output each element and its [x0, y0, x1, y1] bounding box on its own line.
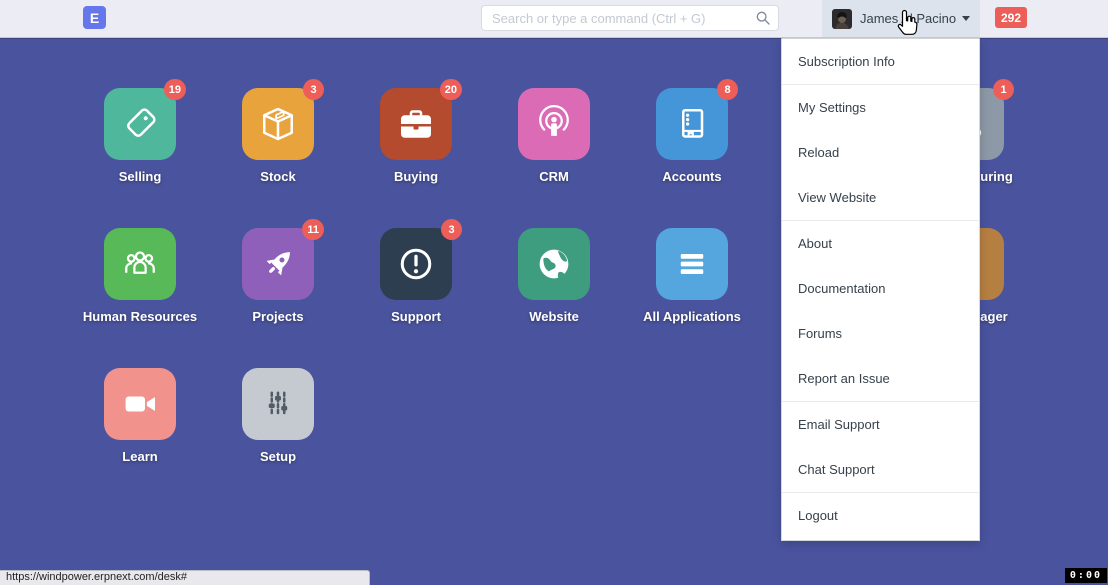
menu-item-documentation[interactable]: Documentation: [782, 266, 979, 311]
menu-item-subscription-info[interactable]: Subscription Info: [782, 39, 979, 84]
app-badge: 3: [303, 79, 324, 100]
app-learn[interactable]: Learn: [104, 368, 176, 440]
user-name: James Al Pacino: [860, 11, 956, 26]
menu-bars-icon[interactable]: [656, 228, 728, 300]
sliders-icon[interactable]: [242, 368, 314, 440]
app-accounts[interactable]: 8Accounts: [656, 88, 728, 160]
app-setup[interactable]: Setup: [242, 368, 314, 440]
app-selling[interactable]: 19Selling: [104, 88, 176, 160]
video-icon[interactable]: [104, 368, 176, 440]
globe-icon[interactable]: [518, 228, 590, 300]
tag-icon[interactable]: [104, 88, 176, 160]
app-badge: 8: [717, 79, 738, 100]
chevron-down-icon: [962, 16, 970, 21]
menu-item-reload[interactable]: Reload: [782, 130, 979, 175]
logo-letter: E: [90, 10, 99, 26]
user-dropdown-toggle[interactable]: James Al Pacino: [822, 0, 980, 37]
box-icon[interactable]: [242, 88, 314, 160]
people-icon[interactable]: [104, 228, 176, 300]
app-badge: 19: [164, 79, 186, 100]
ledger-icon[interactable]: [656, 88, 728, 160]
app-badge: 20: [440, 79, 462, 100]
menu-item-my-settings[interactable]: My Settings: [782, 85, 979, 130]
menu-item-logout[interactable]: Logout: [782, 493, 979, 538]
app-projects[interactable]: 11Projects: [242, 228, 314, 300]
link-status-bar: https://windpower.erpnext.com/desk#: [0, 570, 370, 585]
search-input[interactable]: [481, 5, 779, 31]
menu-item-email-support[interactable]: Email Support: [782, 402, 979, 447]
menu-item-report-an-issue[interactable]: Report an Issue: [782, 356, 979, 401]
global-search: [481, 5, 779, 31]
app-crm[interactable]: CRM: [518, 88, 590, 160]
navbar: E James Al Pacino 292: [0, 0, 1108, 38]
menu-item-forums[interactable]: Forums: [782, 311, 979, 356]
app-stock[interactable]: 3Stock: [242, 88, 314, 160]
app-label: All Applications: [592, 309, 792, 324]
app-badge: 11: [302, 219, 324, 240]
user-dropdown-menu: Subscription InfoMy SettingsReloadView W…: [781, 37, 980, 541]
app-label: Accounts: [592, 169, 792, 184]
menu-item-about[interactable]: About: [782, 221, 979, 266]
briefcase-icon[interactable]: [380, 88, 452, 160]
app-label: Setup: [178, 449, 378, 464]
app-logo[interactable]: E: [83, 6, 106, 29]
app-badge: 1: [993, 79, 1014, 100]
broadcast-icon[interactable]: [518, 88, 590, 160]
rocket-icon[interactable]: [242, 228, 314, 300]
alert-icon[interactable]: [380, 228, 452, 300]
app-badge: 3: [441, 219, 462, 240]
app-website[interactable]: Website: [518, 228, 590, 300]
app-support[interactable]: 3Support: [380, 228, 452, 300]
app-buying[interactable]: 20Buying: [380, 88, 452, 160]
notification-count-badge[interactable]: 292: [995, 7, 1027, 28]
user-avatar: [832, 9, 852, 29]
app-human-resources[interactable]: Human Resources: [104, 228, 176, 300]
menu-item-view-website[interactable]: View Website: [782, 175, 979, 220]
app-all-applications[interactable]: All Applications: [656, 228, 728, 300]
recording-timer: 0:00: [1065, 568, 1107, 583]
menu-item-chat-support[interactable]: Chat Support: [782, 447, 979, 492]
